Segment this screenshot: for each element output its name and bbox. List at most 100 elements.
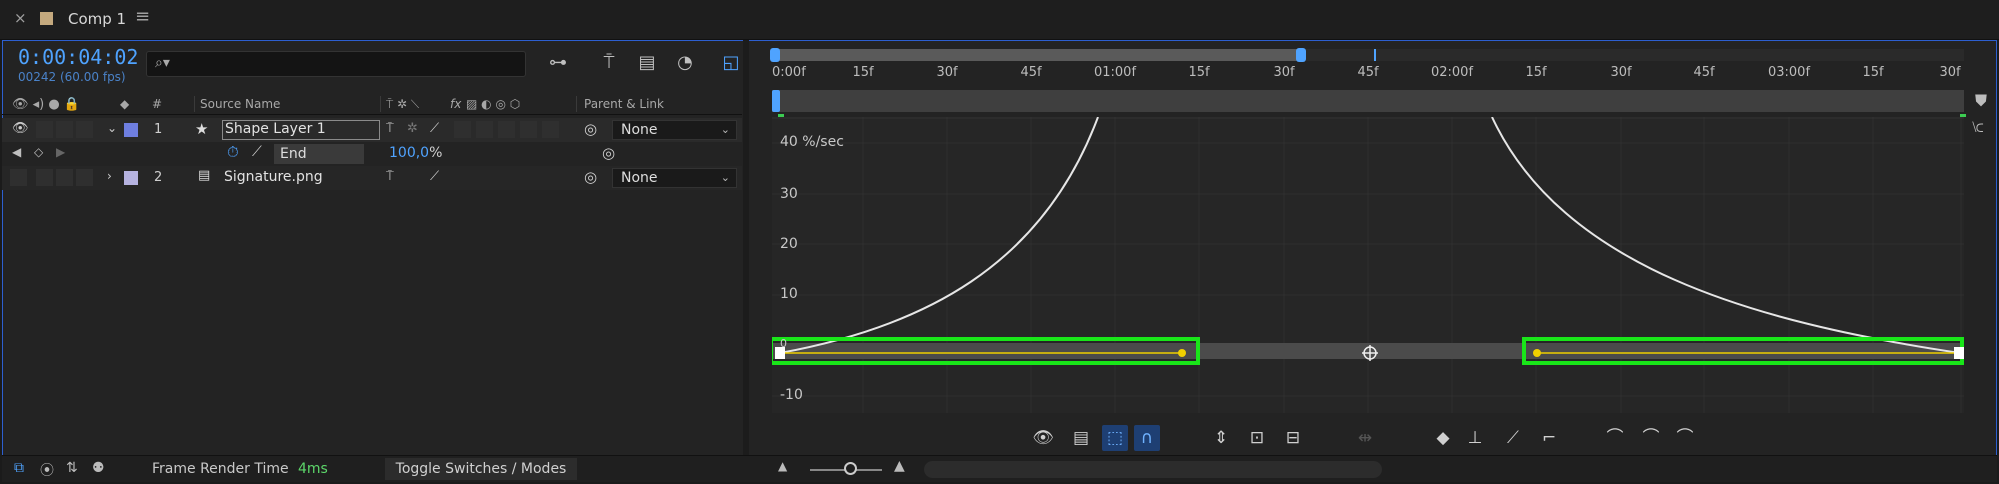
layer-name[interactable]: Signature.png [224,169,323,185]
stopwatch-icon[interactable]: ⏱ [227,143,239,161]
time-navigator-start-handle[interactable] [770,48,780,62]
speed-curve-ease-out[interactable] [1491,117,1961,354]
fit-all-curves-icon[interactable]: ⊟ [1280,425,1306,451]
adjustment-switch[interactable] [520,121,537,138]
parent-select[interactable]: None ⌄ [612,120,737,140]
parent-select[interactable]: None ⌄ [612,168,737,188]
transfer-controls-pane-icon[interactable]: ⦿ [40,460,54,480]
label-color-swatch[interactable] [124,171,138,185]
comp-tab-title[interactable]: Comp 1 [68,10,126,28]
keyframe-end[interactable] [1954,347,1964,359]
easy-ease-in-icon[interactable]: ⌒ [1638,425,1664,451]
shy-switch-icon[interactable]: ⍑ [386,121,394,136]
time-navigator-range[interactable] [772,49,1302,61]
motion-blur-icon[interactable]: ◔ [672,50,698,76]
property-name[interactable]: End [274,144,364,164]
property-value-number[interactable]: 100,0 [389,145,429,161]
chevron-down-icon[interactable]: ⌄ [107,121,117,135]
snap-icon[interactable]: ∩ [1134,425,1160,451]
label-color-swatch[interactable] [124,123,138,137]
solo-switch[interactable] [56,169,73,186]
convert-auto-bezier-icon[interactable]: ⟋ [1500,425,1526,451]
layer-search-input[interactable]: ⌕▾ [146,51,526,77]
property-value[interactable]: 100,0% [389,145,442,161]
snap-marker-icon[interactable]: ⟈ [1972,120,1984,136]
source-name-header[interactable]: Source Name [200,97,280,111]
parent-select-value: None [621,170,658,186]
hamburger-menu-icon[interactable]: ≡ [135,6,150,27]
zoom-out-icon[interactable]: ▲ [778,459,787,473]
eye-icon[interactable]: 👁 [12,121,29,136]
influence-handle-left[interactable] [1178,349,1186,357]
panel-divider[interactable] [743,40,749,455]
solo-switch[interactable] [56,121,73,138]
fit-selection-icon[interactable]: ⇕ [1208,425,1234,451]
navigator-current-time-marker [1374,49,1376,61]
ruler-tick-label: 15f [1862,65,1884,80]
easy-ease-icon[interactable]: ⌒ [1602,425,1628,451]
comp-marker-bin-icon[interactable]: ⛊ [1975,91,1987,111]
zoom-slider-thumb[interactable] [844,462,857,475]
time-navigator[interactable] [770,48,1964,62]
shy-switch-icon[interactable]: ⍑ [386,169,394,184]
easy-ease-out-icon[interactable]: ⌒ [1672,425,1698,451]
audio-switch[interactable] [36,121,53,138]
frame-blend-switch[interactable] [476,121,493,138]
convert-linear-icon[interactable]: ⌐ [1536,425,1562,451]
audio-switch[interactable] [36,169,53,186]
quality-switch-icon[interactable]: ⟋ [430,169,439,184]
video-switch[interactable] [10,169,27,186]
motion-blur-switch[interactable] [498,121,515,138]
shy-layers-icon[interactable]: ⍑ [596,50,622,76]
frame-blending-icon[interactable]: ▤ [634,50,660,76]
layer-row[interactable]: › 2 ▤ Signature.png ⍑ ⟋ ◎ None ⌄ [2,166,742,190]
zoom-in-icon[interactable]: ▲ [894,458,905,474]
speed-curve-ease-in[interactable] [779,117,1099,354]
graph-unit-label: 40 %/sec [780,134,844,150]
separate-dimensions-icon[interactable]: ⇹ [1352,425,1378,451]
chevron-right-icon[interactable]: › [107,169,112,183]
lock-switch[interactable] [76,121,93,138]
add-keyframe-icon[interactable]: ◇ [34,145,43,159]
toggle-switches-modes-button[interactable]: Toggle Switches / Modes [385,458,577,480]
pick-whip-icon[interactable]: ◎ [584,168,597,186]
horizontal-scrollbar[interactable] [924,461,1382,478]
convert-hold-icon[interactable]: ⊥ [1462,425,1488,451]
3d-layer-switch[interactable] [542,121,559,138]
next-keyframe-icon[interactable]: ▶ [56,145,65,159]
collapse-switch-icon[interactable]: ✲ [407,121,418,136]
property-row-end[interactable]: ◀ ◇ ▶ ⏱ ⟋ End 100,0% ◎ [2,142,742,166]
graph-editor-icon[interactable]: ◱ [718,50,744,76]
lock-switch[interactable] [76,169,93,186]
y-axis-label: 10 [780,286,798,302]
work-area-bar[interactable] [772,90,1964,112]
show-properties-icon[interactable]: 👁 [1030,425,1056,451]
transform-box-icon[interactable]: ⬚ [1102,425,1128,451]
composition-flowchart-icon[interactable]: ⊶ [545,50,571,76]
current-time-display[interactable]: 0:00:04:02 [18,45,138,69]
graph-options-icon[interactable]: ▤ [1068,425,1094,451]
close-icon[interactable]: × [14,9,27,27]
image-file-icon: ▤ [198,168,211,183]
edit-keyframe-icon[interactable]: ◆ [1430,425,1456,451]
time-ruler[interactable]: 0:00f 15f 30f 45f 01:00f 15f 30f 45f 02:… [772,61,1964,87]
expression-pick-whip-icon[interactable]: ◎ [602,144,615,162]
label-tag-icon[interactable]: ◆ [120,97,129,111]
influence-handle-right[interactable] [1533,349,1541,357]
effects-switch[interactable] [454,121,471,138]
in-out-pane-icon[interactable]: ⇅ [66,460,78,476]
previous-keyframe-icon[interactable]: ◀ [12,145,21,159]
render-time-pane-icon[interactable]: ⚉ [92,460,105,476]
current-time-indicator[interactable] [772,90,780,112]
quality-switch-icon[interactable]: ⟋ [430,121,439,136]
include-in-graph-icon[interactable]: ⟋ [252,144,262,160]
pick-whip-icon[interactable]: ◎ [584,120,597,138]
fit-all-icon[interactable]: ⊡ [1244,425,1270,451]
graph-editor-canvas[interactable] [772,117,1964,413]
layer-switches-pane-icon[interactable]: ⧉ [14,460,24,476]
layer-row[interactable]: 👁 ⌄ 1 ★ Shape Layer 1 ⍑ ✲ ⟋ ◎ None ⌄ [2,118,742,142]
ruler-tick-label: 45f [1693,65,1715,80]
time-navigator-end-handle[interactable] [1296,48,1306,62]
frame-count-display: 00242 (60.00 fps) [18,70,126,84]
layer-name[interactable]: Shape Layer 1 [222,120,380,140]
